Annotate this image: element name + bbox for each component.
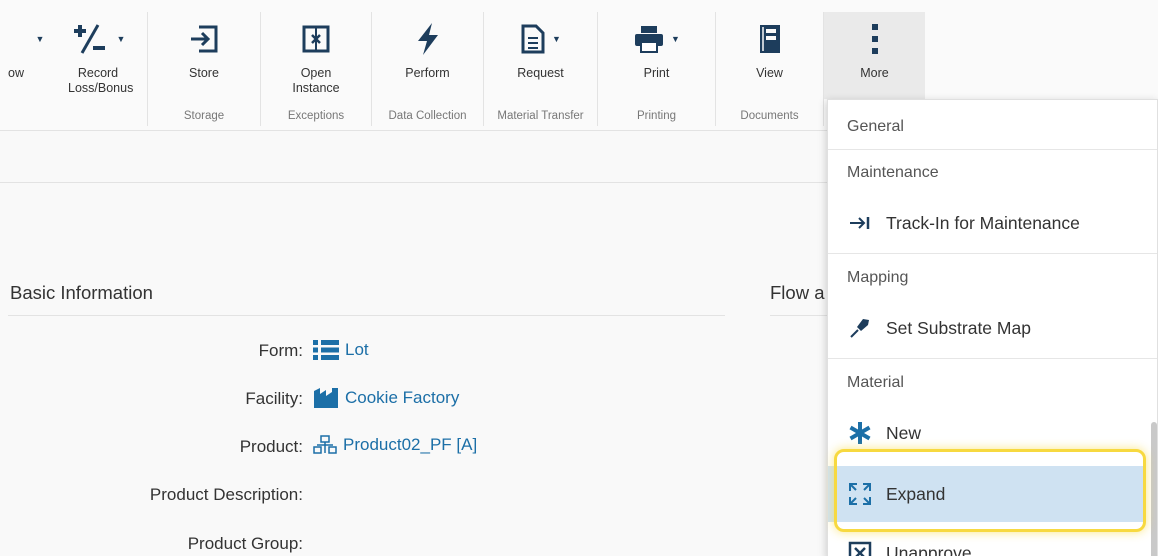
product-description-label: Product Description: xyxy=(149,485,303,504)
menu-separator xyxy=(828,253,1157,254)
divider xyxy=(770,315,827,316)
product-tree-icon xyxy=(313,435,337,454)
product-value[interactable]: Product02_PF [A] xyxy=(313,435,477,455)
view-button[interactable]: View xyxy=(716,12,823,116)
plus-minus-icon xyxy=(73,24,105,54)
perform-label: Perform xyxy=(405,66,450,80)
print-button[interactable]: ▼ Print xyxy=(598,12,715,116)
form-label: Form: xyxy=(258,341,303,360)
product-group-label: Product Group: xyxy=(187,534,303,553)
facility-value-text: Cookie Factory xyxy=(345,388,460,407)
group-label-documents: Documents xyxy=(740,110,799,122)
product-value-text: Product02_PF [A] xyxy=(343,435,478,454)
group-label-exceptions: Exceptions xyxy=(287,110,345,122)
pin-icon xyxy=(850,319,869,338)
chevron-down-icon: ▼ xyxy=(116,34,126,44)
menu-header-general: General xyxy=(847,118,904,135)
divider xyxy=(8,315,725,316)
menu-header-mapping: Mapping xyxy=(847,269,909,286)
store-button[interactable]: Store xyxy=(148,12,260,116)
group-label-material-transfer: Material Transfer xyxy=(497,110,584,122)
group-label-printing: Printing xyxy=(637,110,676,122)
menu-header-material: Material xyxy=(847,374,904,391)
perform-button[interactable]: Perform xyxy=(372,12,483,116)
form-value-text: Lot xyxy=(345,340,369,359)
menu-item-label: Track-In for Maintenance xyxy=(886,212,1080,233)
record-loss-bonus-label: Record Loss/Bonus xyxy=(68,66,134,95)
view-label: View xyxy=(756,66,783,80)
flow-section-title: Flow a xyxy=(770,282,825,303)
more-button[interactable]: More xyxy=(824,12,925,99)
scrollbar-thumb[interactable] xyxy=(1151,422,1157,556)
unapprove-icon xyxy=(848,541,872,556)
form-value[interactable]: Lot xyxy=(313,339,369,361)
focus-highlight xyxy=(834,449,1146,532)
print-label: Print xyxy=(643,66,670,80)
request-button[interactable]: ▼ Request xyxy=(484,12,597,116)
product-label: Product: xyxy=(239,437,303,456)
menu-header-maintenance: Maintenance xyxy=(847,164,939,181)
menu-item-label: Unapprove xyxy=(886,542,972,556)
group-label-storage: Storage xyxy=(183,110,225,122)
request-label: Request xyxy=(517,66,564,80)
more-label: More xyxy=(860,66,889,80)
document-icon xyxy=(521,24,545,54)
menu-separator xyxy=(828,358,1157,359)
divider xyxy=(0,182,827,183)
store-label: Store xyxy=(189,66,219,80)
menu-item-label: Set Substrate Map xyxy=(886,317,1031,338)
chevron-down-icon: ▼ xyxy=(671,34,680,44)
menu-item-unapprove[interactable]: Unapprove xyxy=(828,528,1143,556)
book-icon xyxy=(759,25,780,53)
asterisk-icon xyxy=(849,422,871,444)
facility-value[interactable]: Cookie Factory xyxy=(313,387,459,409)
record-loss-bonus-button[interactable]: ▼ Record Loss/Bonus xyxy=(50,12,146,116)
open-instance-label: Open Instance xyxy=(292,66,340,95)
vertical-dots-icon xyxy=(871,24,878,54)
chevron-down-icon: ▼ xyxy=(35,34,45,44)
menu-item-label: New xyxy=(886,422,922,443)
track-in-icon xyxy=(850,217,870,229)
store-icon xyxy=(191,25,218,53)
menu-item-set-substrate-map[interactable]: Set Substrate Map xyxy=(828,303,1143,353)
factory-icon xyxy=(314,388,338,408)
lightning-icon xyxy=(417,23,438,55)
open-instance-icon xyxy=(302,25,330,53)
list-icon xyxy=(313,340,339,360)
menu-separator xyxy=(828,149,1157,150)
partial-toolbar-button[interactable]: ▼ ow xyxy=(0,12,50,116)
partial-button-label: ow xyxy=(8,66,24,80)
chevron-down-icon: ▼ xyxy=(552,34,561,44)
facility-label: Facility: xyxy=(245,389,303,408)
group-label-data-collection: Data Collection xyxy=(388,110,467,122)
open-instance-button[interactable]: Open Instance xyxy=(261,12,371,116)
basic-information-title: Basic Information xyxy=(10,282,153,303)
menu-item-track-in-maintenance[interactable]: Track-In for Maintenance xyxy=(828,198,1143,248)
printer-icon xyxy=(635,26,664,53)
